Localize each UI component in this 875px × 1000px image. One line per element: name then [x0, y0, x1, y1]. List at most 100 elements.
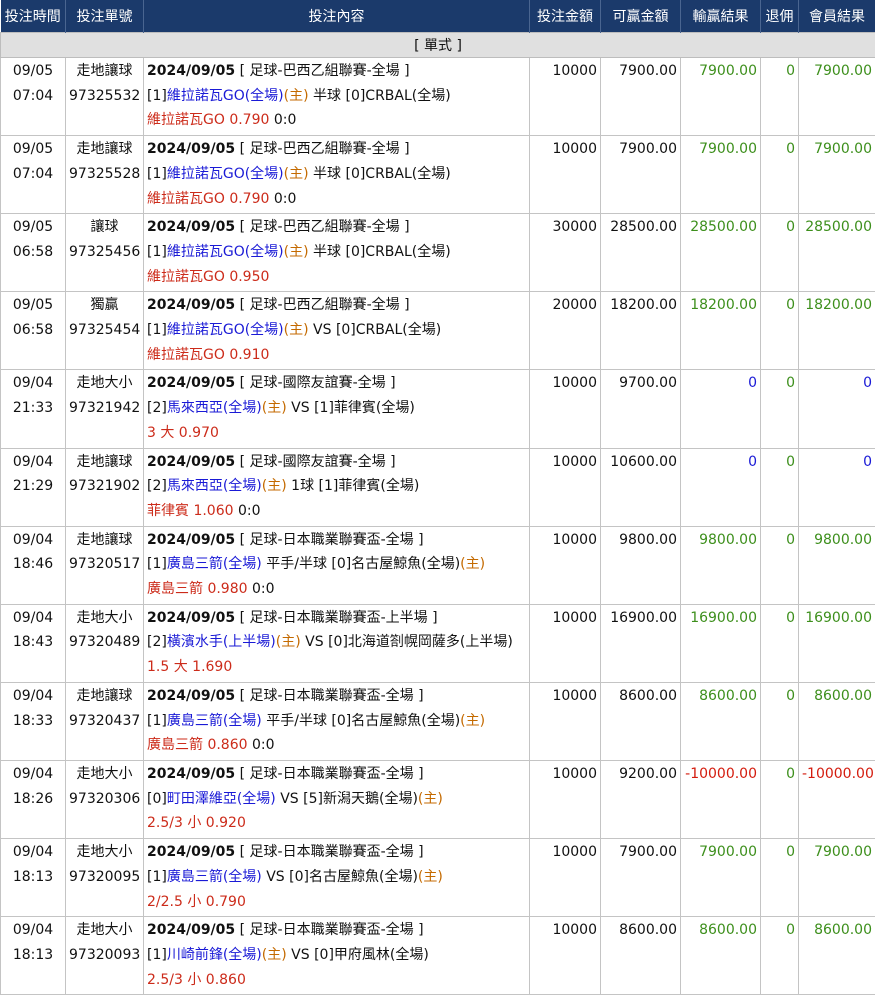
teams-segment: [1]	[147, 87, 167, 104]
match-league: [ 足球-巴西乙組聯賽-全場 ]	[235, 297, 410, 314]
match-date: 2024/09/05	[147, 297, 236, 314]
match-league: [ 足球-巴西乙組聯賽-全場 ]	[235, 219, 410, 236]
teams-segment: [1]	[147, 556, 167, 573]
bet-order-cell: 走地讓球 97325528	[65, 135, 144, 215]
bet-type: 走地讓球	[76, 63, 133, 79]
bet-content-cell: 2024/09/05 [ 足球-國際友誼賽-全場 ] [2]馬來西亞(全場)(主)…	[143, 447, 530, 527]
match-date: 2024/09/05	[147, 453, 236, 470]
bet-order-number: 97321902	[69, 478, 141, 495]
match-date: 2024/09/05	[147, 63, 236, 79]
member-result: 7900.00	[798, 56, 875, 137]
bet-result: 7900.00	[680, 135, 761, 215]
bet-amount: 10000	[529, 447, 601, 527]
bet-result: 9800.00	[680, 525, 761, 605]
bet-rows: 09/05 07:04 走地讓球 97325532 2024/09/05 [ 足球-巴西…	[0, 56, 875, 996]
pick-segment: 0:0	[247, 737, 275, 754]
bet-content-cell: 2024/09/05 [ 足球-巴西乙組聯賽-全場 ] [1]維拉諾瓦GO(全場)…	[143, 56, 530, 137]
teams-segment: 廣島三箭(全場)	[166, 868, 262, 885]
teams-segment: [1]	[147, 165, 167, 182]
teams-line: [1]廣島三箭(全場) VS [0]名古屋鯨魚(全場)(主)	[147, 865, 526, 890]
pick-segment: 廣島三箭 0.980	[147, 581, 248, 598]
pick-line: 菲律賓 1.060 0:0	[147, 499, 526, 524]
teams-segment: (主)	[261, 946, 287, 963]
section-row: [ 單式 ]	[0, 32, 875, 58]
match-line: 2024/09/05 [ 足球-日本職業聯賽盃-上半場 ]	[147, 606, 526, 631]
match-league: [ 足球-日本職業聯賽盃-全場 ]	[235, 765, 424, 782]
bet-amount: 20000	[529, 291, 601, 371]
rebate: 0	[760, 603, 799, 683]
match-line: 2024/09/05 [ 足球-國際友誼賽-全場 ]	[147, 371, 526, 396]
member-result: -10000.00	[798, 759, 875, 840]
teams-segment: 半球 [0]CRBAL(全場)	[308, 243, 451, 260]
match-date: 2024/09/05	[147, 765, 236, 782]
bet-time: 21:29	[12, 478, 54, 495]
match-date: 2024/09/05	[147, 687, 236, 704]
bet-history-table: 投注時間 投注單號 投注內容 投注金額 可贏金額 輸贏結果 退佣 會員結果 [ …	[0, 0, 875, 996]
pick-line: 2.5/3 小 0.860	[147, 968, 526, 993]
bet-content-cell: 2024/09/05 [ 足球-日本職業聯賽盃-全場 ] [1]廣島三箭(全場) …	[143, 681, 530, 761]
bet-order-number: 97325528	[69, 165, 141, 182]
match-date: 2024/09/05	[147, 375, 236, 392]
bet-time: 07:04	[12, 87, 54, 104]
pick-segment: 維拉諾瓦GO 0.950	[147, 268, 270, 285]
table-row: 09/04 18:13 走地大小 97320095 2024/09/05 [ 足球-日本…	[0, 838, 875, 918]
match-line: 2024/09/05 [ 足球-日本職業聯賽盃-全場 ]	[147, 840, 526, 865]
match-league: [ 足球-國際友誼賽-全場 ]	[235, 453, 396, 470]
pick-segment: 0:0	[247, 581, 275, 598]
section-label: [ 單式 ]	[0, 32, 875, 58]
bet-content-cell: 2024/09/05 [ 足球-日本職業聯賽盃-全場 ] [1]廣島三箭(全場) …	[143, 838, 530, 918]
match-date: 2024/09/05	[147, 141, 236, 158]
bet-content-cell: 2024/09/05 [ 足球-日本職業聯賽盃-全場 ] [1]廣島三箭(全場) …	[143, 525, 530, 605]
teams-segment: [1]	[147, 322, 167, 339]
rebate: 0	[760, 916, 799, 996]
match-league: [ 足球-巴西乙組聯賽-全場 ]	[235, 63, 410, 79]
teams-segment: VS [1]菲律賓(全場)	[286, 400, 415, 417]
teams-segment: (主)	[261, 400, 287, 417]
bet-time: 18:43	[12, 634, 54, 651]
teams-line: [1]廣島三箭(全場) 平手/半球 [0]名古屋鯨魚(全場)(主)	[147, 552, 526, 577]
table-row: 09/04 21:33 走地大小 97321942 2024/09/05 [ 足球-國際…	[0, 369, 875, 449]
teams-line: [1]維拉諾瓦GO(全場)(主) VS [0]CRBAL(全場)	[147, 318, 526, 343]
teams-segment: 半球 [0]CRBAL(全場)	[308, 87, 451, 104]
pick-segment: 維拉諾瓦GO 0.790	[147, 190, 270, 207]
bet-content-cell: 2024/09/05 [ 足球-國際友誼賽-全場 ] [2]馬來西亞(全場)(主)…	[143, 369, 530, 449]
bet-date: 09/04	[12, 453, 54, 470]
bet-time-cell: 09/05 07:04	[0, 56, 66, 137]
teams-segment: VS [5]新潟天鵝(全場)	[275, 790, 418, 807]
match-line: 2024/09/05 [ 足球-巴西乙組聯賽-全場 ]	[147, 59, 526, 84]
pick-segment: 0:0	[269, 112, 297, 129]
bet-type: 走地讓球	[76, 687, 133, 704]
bet-time-cell: 09/04 18:13	[0, 838, 66, 918]
rebate: 0	[760, 681, 799, 761]
table-row: 09/04 18:46 走地讓球 97320517 2024/09/05 [ 足球-日本…	[0, 525, 875, 605]
pick-segment: 2.5/3 小 0.860	[147, 971, 246, 988]
pick-line: 2/2.5 小 0.790	[147, 890, 526, 915]
match-league: [ 足球-日本職業聯賽盃-全場 ]	[235, 531, 424, 548]
teams-segment: VS [0]名古屋鯨魚(全場)	[261, 868, 418, 885]
bet-date: 09/04	[12, 765, 54, 782]
member-result: 0	[798, 447, 875, 527]
bet-type: 走地大小	[76, 844, 133, 861]
teams-segment: 馬來西亞(全場)	[166, 478, 262, 495]
bet-result: 7900.00	[680, 56, 761, 137]
match-date: 2024/09/05	[147, 531, 236, 548]
teams-segment: (主)	[283, 87, 309, 104]
bet-type: 走地大小	[76, 765, 133, 782]
teams-segment: VS [0]CRBAL(全場)	[308, 322, 442, 339]
bet-time-cell: 09/04 18:33	[0, 681, 66, 761]
bet-date: 09/05	[12, 219, 54, 236]
teams-segment: [1]	[147, 243, 167, 260]
bet-order-cell: 走地讓球 97321902	[65, 447, 144, 527]
bet-date: 09/05	[12, 141, 54, 158]
bet-time: 18:13	[12, 868, 54, 885]
bet-order-cell: 走地讓球 97325532	[65, 56, 144, 137]
match-line: 2024/09/05 [ 足球-巴西乙組聯賽-全場 ]	[147, 137, 526, 162]
match-league: [ 足球-日本職業聯賽盃-全場 ]	[235, 687, 424, 704]
pick-segment: 3 大 0.970	[147, 424, 219, 441]
table-row: 09/05 07:04 走地讓球 97325528 2024/09/05 [ 足球-巴西…	[0, 135, 875, 215]
match-league: [ 足球-巴西乙組聯賽-全場 ]	[235, 141, 410, 158]
pick-line: 維拉諾瓦GO 0.790 0:0	[147, 108, 526, 133]
potential-win: 10600.00	[600, 447, 681, 527]
teams-segment: 維拉諾瓦GO(全場)	[166, 322, 284, 339]
match-line: 2024/09/05 [ 足球-日本職業聯賽盃-全場 ]	[147, 528, 526, 553]
